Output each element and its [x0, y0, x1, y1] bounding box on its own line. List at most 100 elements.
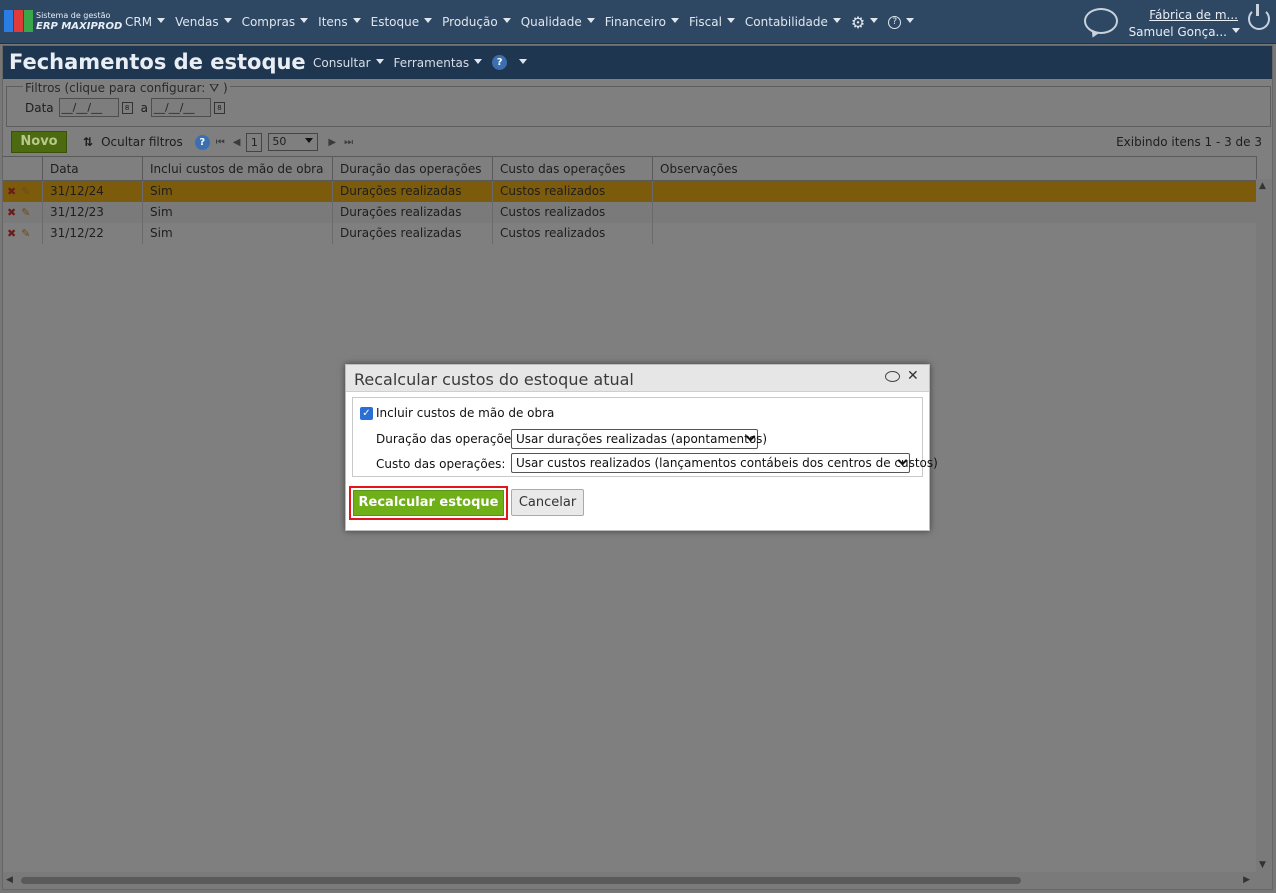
include-labor-checkbox[interactable]: ✓ [360, 406, 373, 420]
recalculate-dialog: Recalcular custos do estoque atual ✕ ✓ I… [345, 364, 938, 531]
recalculate-button[interactable]: Recalcular estoque [353, 490, 504, 516]
power-icon[interactable] [1248, 4, 1270, 30]
menu-fiscal[interactable]: Fiscal [689, 15, 735, 29]
col-custo[interactable]: Custo das operações [493, 157, 653, 180]
scroll-up-icon[interactable]: ▲ [1259, 181, 1266, 191]
cancel-button[interactable]: Cancelar [511, 489, 584, 516]
menu-consultar[interactable]: Consultar [313, 56, 384, 70]
last-page-icon[interactable]: ⏭ [344, 137, 353, 148]
chat-icon[interactable] [1084, 8, 1118, 34]
closings-table: Data Inclui custos de mão de obra Duraçã… [3, 156, 1257, 244]
include-labor-checkbox-row[interactable]: ✓ Incluir custos de mão de obra [360, 406, 554, 420]
custo-select[interactable]: Usar custos realizados (lançamentos cont… [511, 453, 938, 473]
pagination: ⏮ ◀ 1 50 ▶ ⏭ [216, 132, 353, 152]
main-menu: CRM Vendas Compras Itens Estoque Produçã… [125, 0, 924, 44]
col-observacoes[interactable]: Observações [653, 157, 1257, 180]
cell-inclui: Sim [143, 181, 333, 202]
page-help[interactable]: ? [492, 55, 528, 70]
scroll-right-icon[interactable]: ▶ [1243, 875, 1250, 885]
menu-compras[interactable]: Compras [242, 15, 309, 29]
menu-contabilidade[interactable]: Contabilidade [745, 15, 841, 29]
caret-down-icon [906, 18, 915, 23]
user-name: Samuel Gonça... [1128, 25, 1227, 39]
menu-fiscal-label: Fiscal [689, 15, 722, 29]
help-menu[interactable]: ? [888, 15, 915, 29]
duracao-select[interactable]: Usar durações realizadas (apontamentos) [511, 429, 767, 449]
cell-custo: Custos realizados [493, 202, 653, 223]
recalc-button-highlight: Recalcular estoque [349, 486, 508, 520]
cell-duracao: Durações realizadas [333, 223, 493, 244]
include-labor-label: Incluir custos de mão de obra [376, 406, 555, 420]
page-size-value: 50 [272, 135, 287, 148]
caret-down-icon [300, 18, 309, 23]
hide-filters-button[interactable]: Ocultar filtros [101, 135, 183, 149]
delete-icon[interactable]: ✖ [7, 206, 16, 219]
delete-icon[interactable]: ✖ [7, 227, 16, 240]
menu-itens[interactable]: Itens [318, 15, 361, 29]
first-page-icon[interactable]: ⏮ [216, 137, 225, 148]
user-menu[interactable]: Samuel Gonça... [1129, 25, 1240, 39]
menu-itens-label: Itens [318, 15, 348, 29]
col-duracao[interactable]: Duração das operações [333, 157, 493, 180]
close-icon[interactable]: ✕ [907, 368, 919, 384]
custo-label: Custo das operações: [376, 457, 506, 471]
edit-icon[interactable]: ✎ [21, 185, 30, 198]
menu-estoque[interactable]: Estoque [371, 15, 433, 29]
table-row[interactable]: ✖ ✎ 31/12/22 Sim Durações realizadas Cust… [3, 223, 1257, 244]
vertical-scrollbar[interactable]: ▲ ▼ [1256, 179, 1272, 874]
col-inclui[interactable]: Inclui custos de mão de obra [143, 157, 333, 180]
menu-crm[interactable]: CRM [125, 15, 166, 29]
row-actions: ✖ ✎ [3, 181, 43, 202]
prev-page-icon[interactable]: ◀ [233, 137, 241, 148]
caret-down-icon [519, 58, 528, 64]
cell-duracao: Durações realizadas [333, 202, 493, 223]
date-to-input[interactable]: __/__/__ [151, 98, 212, 117]
cell-data: 31/12/24 [43, 181, 143, 202]
menu-estoque-label: Estoque [370, 15, 420, 29]
scroll-down-icon[interactable]: ▼ [1259, 860, 1266, 870]
novo-button[interactable]: Novo [11, 131, 67, 153]
edit-icon[interactable]: ✎ [21, 227, 30, 240]
menu-vendas[interactable]: Vendas [175, 15, 232, 29]
settings-menu[interactable]: ⚙ [851, 13, 879, 32]
company-link[interactable]: Fábrica de m... [1149, 8, 1238, 22]
table-row[interactable]: ✖ ✎ 31/12/24 Sim Durações realizadas Cust… [3, 181, 1257, 202]
menu-producao-label: Produção [442, 15, 498, 29]
page-size-select[interactable]: 50 [268, 133, 319, 151]
erp-logo-icon[interactable] [4, 10, 34, 32]
dialog-titlebar[interactable]: Recalcular custos do estoque atual ✕ [346, 365, 929, 392]
menu-ferramentas[interactable]: Ferramentas [394, 56, 483, 70]
date-filter: Data __/__/__ 8 a __/__/__ 8 [25, 98, 226, 117]
col-data[interactable]: Data [43, 157, 143, 180]
custo-select-value: Usar custos realizados (lançamentos cont… [516, 456, 938, 470]
horizontal-scrollbar[interactable]: ◀ ▶ [3, 872, 1272, 889]
logo-line2: ERP MAXIPROD [36, 21, 123, 32]
delete-icon[interactable]: ✖ [7, 185, 16, 198]
caret-down-icon [157, 18, 166, 23]
filter-icon: ⛛ [209, 81, 220, 95]
refresh-icon[interactable]: ⇅ [83, 135, 93, 149]
caret-down-icon [726, 18, 735, 23]
next-page-icon[interactable]: ▶ [328, 137, 336, 148]
filters-legend[interactable]: Filtros (clique para configurar: ⛛ ) [23, 81, 230, 96]
menu-producao[interactable]: Produção [442, 15, 511, 29]
scrollbar-thumb[interactable] [21, 877, 1021, 884]
dialog-title: Recalcular custos do estoque atual [354, 370, 634, 389]
table-row[interactable]: ✖ ✎ 31/12/23 Sim Durações realizadas Cust… [3, 202, 1257, 223]
cell-custo: Custos realizados [493, 181, 653, 202]
menu-qualidade[interactable]: Qualidade [521, 15, 595, 29]
calendar-icon[interactable]: 8 [214, 101, 226, 114]
scroll-left-icon[interactable]: ◀ [6, 875, 13, 885]
menu-compras-label: Compras [241, 15, 296, 29]
header-menu: Consultar Ferramentas ? [313, 46, 537, 79]
calendar-icon[interactable]: 8 [121, 101, 133, 114]
edit-icon[interactable]: ✎ [21, 206, 30, 219]
filters-legend-text: Filtros (clique para configurar: [25, 81, 206, 95]
cell-inclui: Sim [143, 202, 333, 223]
page-number[interactable]: 1 [246, 132, 263, 152]
date-from-input[interactable]: __/__/__ [58, 98, 119, 117]
help-icon[interactable]: ? [194, 134, 210, 150]
chat-icon[interactable] [885, 371, 900, 382]
top-navigation-bar: Sistema de gestão ERP MAXIPROD CRM Venda… [0, 0, 1276, 44]
menu-financeiro[interactable]: Financeiro [605, 15, 680, 29]
